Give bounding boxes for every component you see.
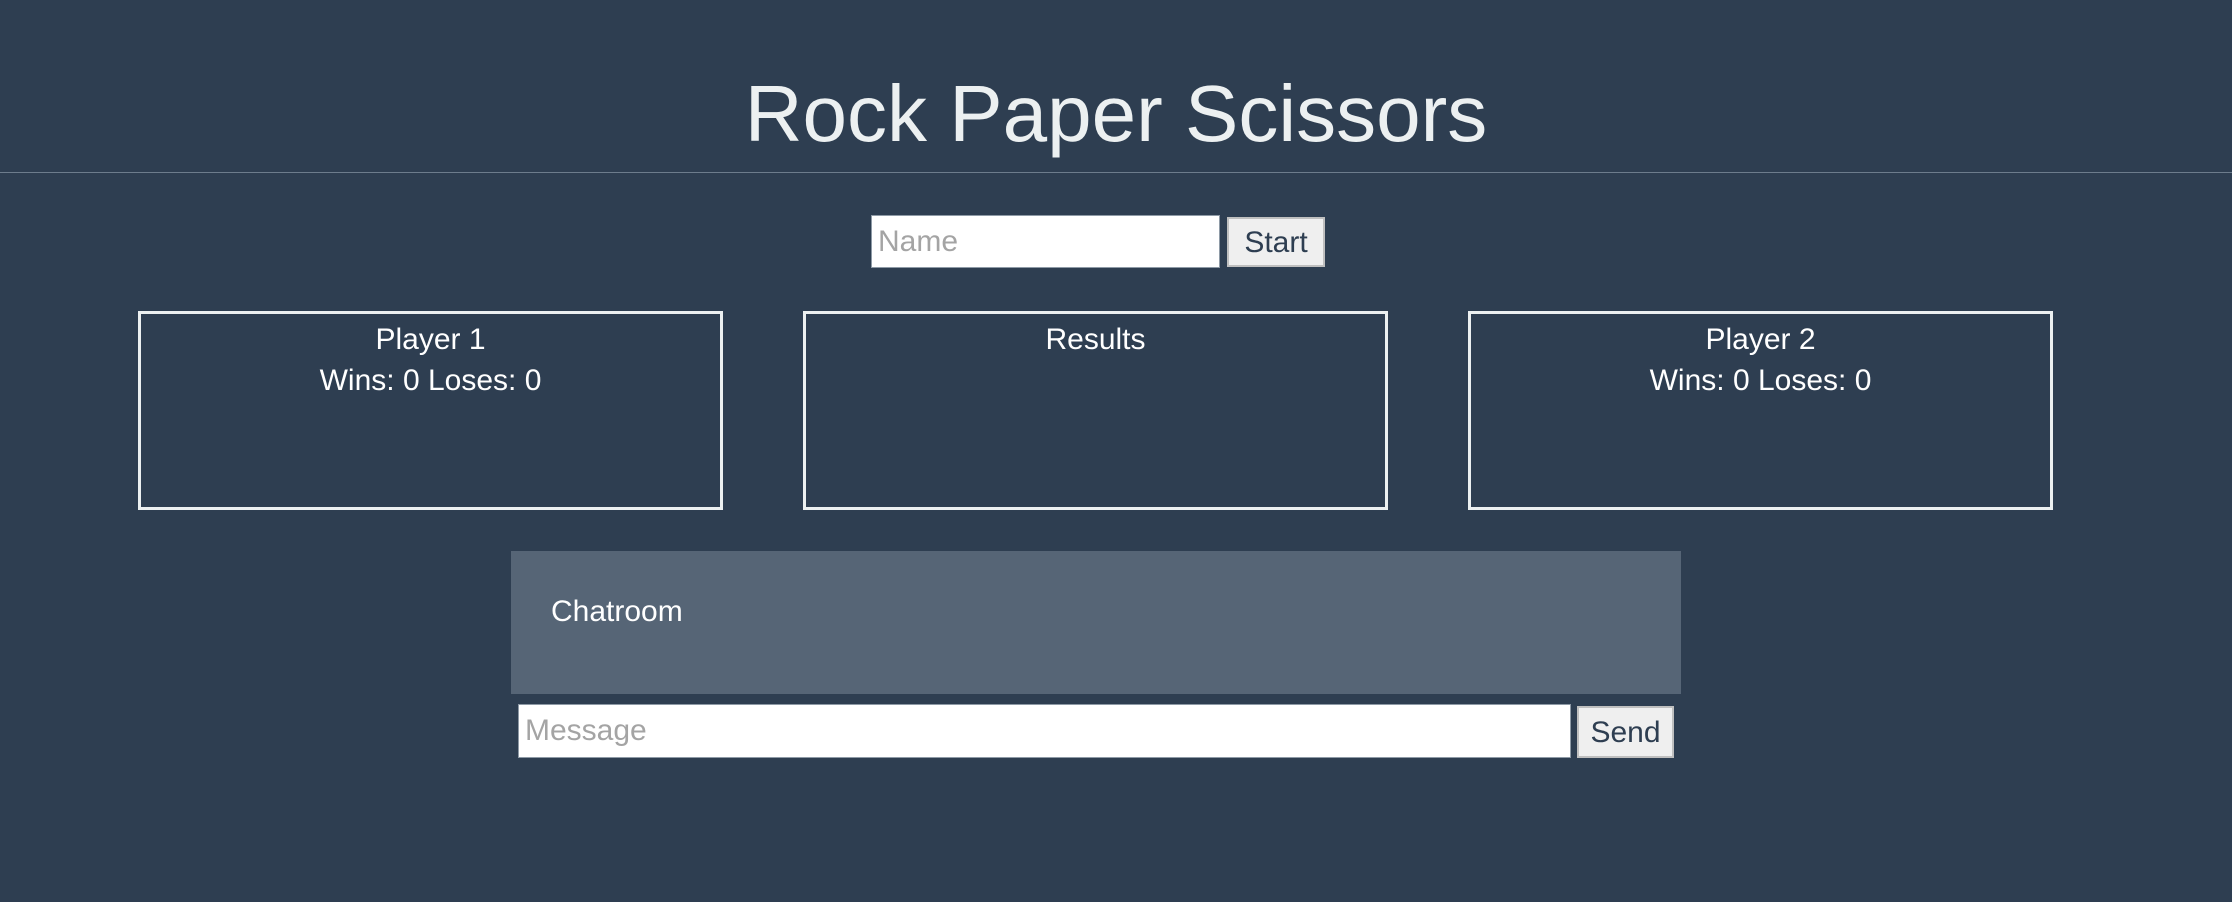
start-button[interactable]: Start (1227, 217, 1325, 267)
chatroom-title: Chatroom (551, 595, 683, 628)
results-panel: Results (803, 311, 1388, 510)
page-header: Rock Paper Scissors (0, 0, 2232, 173)
player-2-stats: Wins: 0 Loses: 0 (1649, 364, 1872, 397)
page-title: Rock Paper Scissors (744, 69, 1488, 158)
results-title: Results (1045, 323, 1146, 356)
player-1-title: Player 1 (375, 323, 486, 356)
chatroom-box: Chatroom (511, 551, 1681, 694)
player-1-stats: Wins: 0 Loses: 0 (319, 364, 542, 397)
message-input[interactable] (518, 704, 1571, 758)
player-1-panel: Player 1 Wins: 0 Loses: 0 (138, 311, 723, 510)
player-2-title: Player 2 (1705, 323, 1816, 356)
send-button[interactable]: Send (1577, 706, 1674, 758)
player-2-panel: Player 2 Wins: 0 Loses: 0 (1468, 311, 2053, 510)
name-input[interactable] (871, 215, 1220, 268)
